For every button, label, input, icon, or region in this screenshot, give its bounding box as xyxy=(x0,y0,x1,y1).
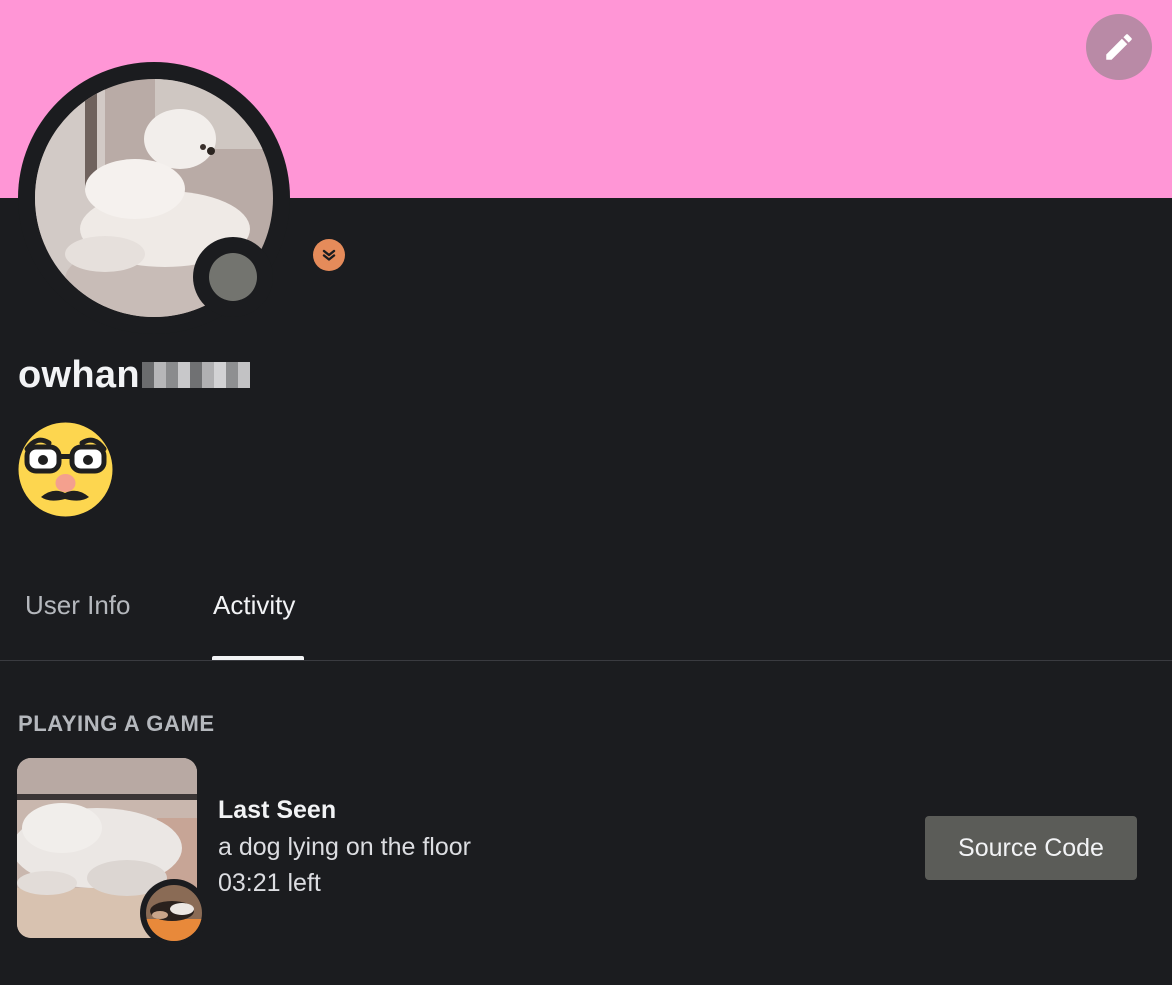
chevron-down-icon xyxy=(322,249,336,261)
activity-details: a dog lying on the floor xyxy=(218,833,471,861)
pencil-icon xyxy=(1106,34,1132,60)
tab-user-info[interactable]: User Info xyxy=(25,582,131,628)
activity-section-header: PLAYING A GAME xyxy=(18,711,215,736)
small-photo xyxy=(146,885,202,941)
custom-status-emoji xyxy=(17,421,114,518)
profile-badge[interactable] xyxy=(313,239,345,271)
edit-profile-button[interactable] xyxy=(1086,14,1152,80)
tab-activity[interactable]: Activity xyxy=(213,582,295,628)
activity-time-left: 03:21 left xyxy=(218,869,321,897)
status-indicator xyxy=(209,253,257,301)
disguised-face-icon xyxy=(18,422,113,517)
username-row: owhan xyxy=(18,352,250,398)
redacted-discriminator xyxy=(141,362,250,388)
activity-title: Last Seen xyxy=(218,796,337,824)
username: owhan xyxy=(18,353,140,396)
tabs-divider xyxy=(0,660,1172,661)
activity-small-image xyxy=(146,885,202,941)
source-code-button[interactable]: Source Code xyxy=(925,816,1137,880)
